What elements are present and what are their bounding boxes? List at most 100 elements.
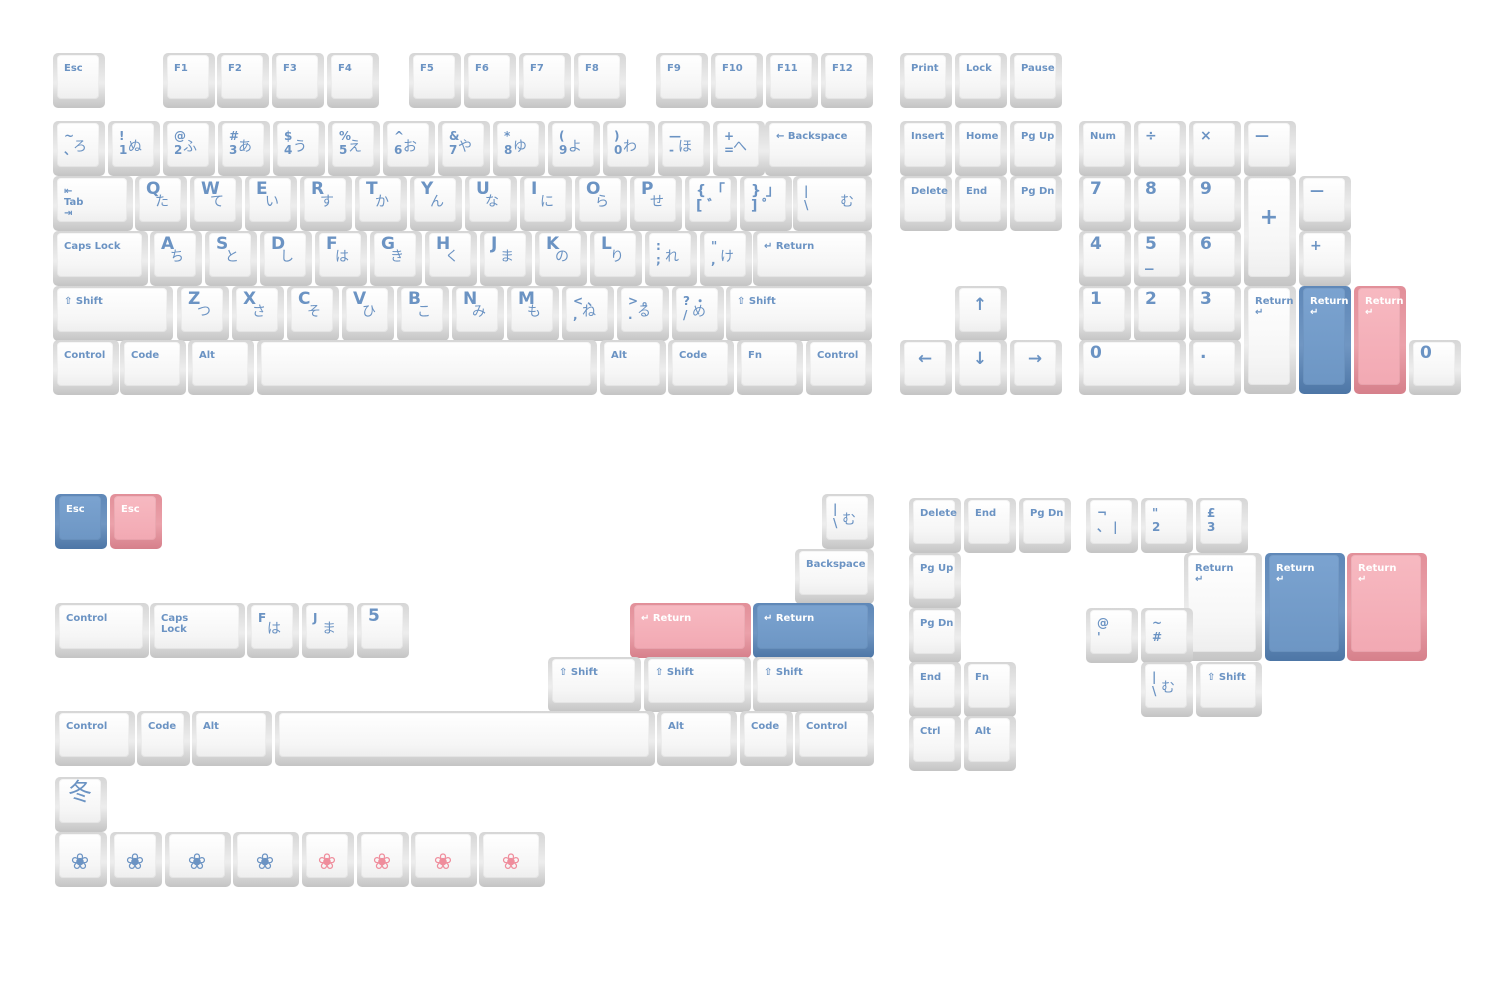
keycap-kp-plus-tall: + bbox=[1244, 176, 1296, 286]
keycap-legend: → bbox=[1027, 349, 1043, 369]
keycap-kana-legend: ら bbox=[595, 194, 609, 210]
keycap-face: F12 bbox=[825, 55, 867, 99]
keycap-ext-backslash: | \ む bbox=[822, 494, 874, 549]
keycap-face: . bbox=[1193, 342, 1235, 386]
keycap-iso-grave: ¬ 、 | bbox=[1086, 498, 1138, 553]
keycap-k: Kの bbox=[535, 231, 587, 286]
keycap-face: + bbox=[1248, 178, 1290, 277]
keycap-face: 6 bbox=[1193, 233, 1235, 277]
keycap-face: ^ 6お bbox=[387, 123, 429, 167]
keycap-kp0: 0 bbox=[1079, 340, 1186, 395]
keycap-kp3: 3 bbox=[1189, 286, 1241, 341]
keycap-f8: F8 bbox=[574, 53, 626, 108]
keycap-esc: Esc bbox=[53, 53, 105, 108]
keycap-legend: ⇧ Shift bbox=[737, 296, 776, 307]
keycap-iso-return: Return ↵ bbox=[1184, 553, 1262, 661]
keycap-f2: F2 bbox=[217, 53, 269, 108]
keycap-kp6: 6 bbox=[1189, 231, 1241, 286]
keycap-legend: F9 bbox=[667, 63, 681, 74]
keycap-face: 4 bbox=[1083, 233, 1125, 277]
keycap-face: Print bbox=[904, 55, 946, 99]
keycap-rshift: ⇧ Shift bbox=[726, 286, 872, 341]
keycap-face: Xさ bbox=[236, 288, 278, 332]
keycap-face: F9 bbox=[660, 55, 702, 99]
keycap-kp-return: Return ↵ bbox=[1244, 286, 1296, 394]
sakura-icon: ❀ bbox=[70, 850, 90, 875]
keycap-ext-space bbox=[275, 711, 655, 766]
keycap-face: F8 bbox=[578, 55, 620, 99]
keycap-w: Wて bbox=[190, 176, 242, 231]
keycap-ext-code2: Code bbox=[740, 711, 793, 766]
keycap-p: Pせ bbox=[630, 176, 682, 231]
keycap-legend: F5 bbox=[420, 63, 434, 74]
keycap-face: — -ほ bbox=[662, 123, 704, 167]
keycap-t: Tか bbox=[355, 176, 407, 231]
keycap-nav-end2: End bbox=[909, 662, 961, 717]
keycap-face: Alt bbox=[968, 718, 1010, 762]
keycap-legend: Return ↵ bbox=[1358, 563, 1397, 585]
keycap-face: @ 2ふ bbox=[167, 123, 209, 167]
keycap-face bbox=[261, 342, 591, 386]
keycap-legend: . bbox=[1200, 343, 1207, 363]
keycap-kana-legend: た bbox=[155, 194, 169, 210]
keycap-legend: + bbox=[1310, 238, 1322, 254]
keycap-face: Dし bbox=[264, 233, 306, 277]
keycap-face: Fは bbox=[319, 233, 361, 277]
keycap-face: End bbox=[913, 664, 955, 708]
keycap-face: Delete bbox=[904, 178, 948, 222]
keycap-nav-pgup: Pg Up bbox=[909, 553, 961, 608]
keycap-rcode: Code bbox=[668, 340, 734, 395]
keycap-face: F3 bbox=[276, 55, 318, 99]
keycap-face: Vひ bbox=[346, 288, 388, 332]
keycap-j: Jま bbox=[480, 231, 532, 286]
keycap-minus: — -ほ bbox=[658, 121, 710, 176]
sakura-icon: ❀ bbox=[372, 850, 392, 875]
keycap-nav-delete: Delete bbox=[909, 498, 961, 553]
keycap-face: ❀ bbox=[114, 834, 156, 878]
keycap-face: — bbox=[1248, 123, 1290, 167]
keycap-kana-legend: ふ bbox=[183, 139, 197, 155]
keycap-right: → bbox=[1010, 340, 1062, 395]
keycap-u: Uな bbox=[465, 176, 517, 231]
keycap-sakura8: ❀ bbox=[479, 832, 545, 887]
keycap-kana-legend: せ bbox=[650, 194, 664, 210]
keycap-ext-j: Jま bbox=[302, 603, 354, 658]
keycap-tab: ⇤ Tab ⇥ bbox=[53, 176, 133, 231]
keycap-legend: F2 bbox=[228, 63, 242, 74]
keycap-legend: ~ # bbox=[1152, 616, 1163, 644]
keycap-semicolon: : ; れ bbox=[645, 231, 697, 286]
keycap-legend: Alt bbox=[203, 721, 219, 732]
keycap-esc-pink: Esc bbox=[110, 494, 162, 549]
keycap-kana-legend: そ bbox=[307, 304, 321, 320]
keycap-face: | \ む bbox=[826, 496, 868, 540]
keycap-kana-legend: き bbox=[390, 249, 404, 265]
keycap-num: Num bbox=[1079, 121, 1131, 176]
keycap-legend: 8 bbox=[1145, 179, 1157, 199]
keycap-sakura5: ❀ bbox=[302, 832, 354, 887]
keycap-face: ❀ bbox=[415, 834, 471, 878]
keycap-f5: F5 bbox=[409, 53, 461, 108]
keycap-face: 0 bbox=[1413, 342, 1455, 386]
keycap-face: Return ↵ bbox=[1269, 555, 1339, 652]
keycap-m: Mも bbox=[507, 286, 559, 341]
keycap-face: F4 bbox=[331, 55, 373, 99]
sakura-icon: ❀ bbox=[433, 850, 453, 875]
sakura-icon: ❀ bbox=[255, 850, 275, 875]
keycap-legend: Esc bbox=[64, 63, 83, 74]
keycap-kana-legend: れ bbox=[665, 249, 679, 265]
keycap-face: Code bbox=[124, 342, 180, 386]
keycap-face: Kの bbox=[539, 233, 581, 277]
keycap-c: Cそ bbox=[287, 286, 339, 341]
keycap-face: F5 bbox=[413, 55, 455, 99]
keycap-face: ❀ bbox=[59, 834, 101, 878]
keycap-legend: Code bbox=[751, 721, 780, 732]
keycap-kp5: 5 _ bbox=[1134, 231, 1186, 286]
keycap-legend: Pg Dn bbox=[1021, 186, 1055, 197]
keycap-legend: — bbox=[1310, 183, 1324, 199]
keycap-fn: Fn bbox=[737, 340, 803, 395]
keycap-f12: F12 bbox=[821, 53, 873, 108]
keycap-face: Mも bbox=[511, 288, 553, 332]
keycap-insert: Insert bbox=[900, 121, 952, 176]
keycap-legend: End bbox=[975, 508, 997, 519]
keycap-legend: Return ↵ bbox=[1195, 563, 1234, 585]
